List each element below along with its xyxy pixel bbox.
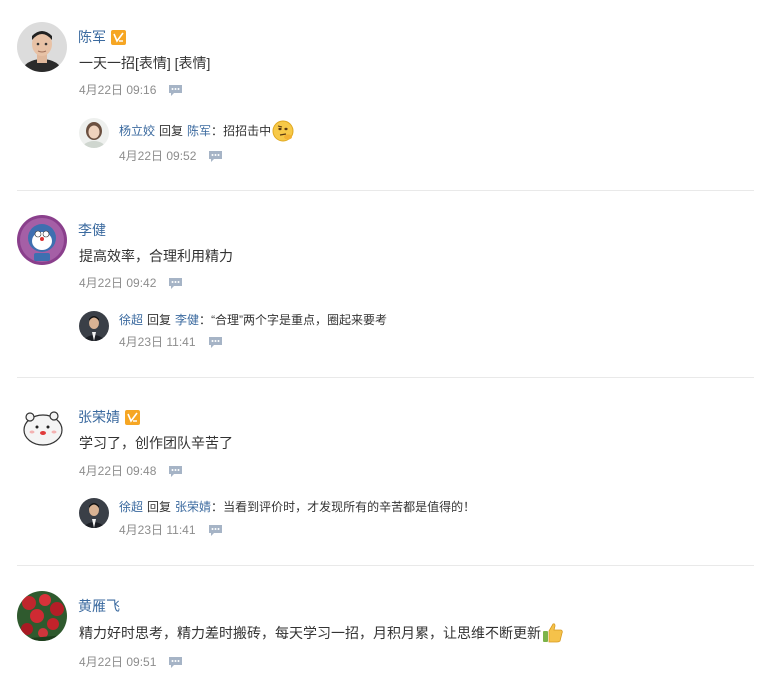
author-name[interactable]: 黄雁飞 [78, 598, 120, 614]
comment-time: 4月22日 09:16 [79, 83, 157, 97]
comment-meta: 4月22日 09:48 [79, 464, 183, 478]
comment-meta: 4月22日 09:16 [79, 83, 183, 97]
reply-colon: ： [211, 500, 224, 514]
reply-meta: 4月23日 11:41 [119, 523, 222, 537]
reply-time: 4月23日 11:41 [119, 335, 196, 349]
reply-author[interactable]: 徐超 [119, 499, 143, 515]
comment-thread: 李健 提高效率，合理利用精力 4月22日 09:42 徐超 回复 李健 ： “合… [17, 215, 754, 360]
verified-badge-icon [111, 29, 126, 45]
reply-comment-icon[interactable] [169, 656, 183, 668]
reply-meta: 4月22日 09:52 [119, 149, 223, 163]
comment-text-body: 精力好时思考，精力差时搬砖，每天学习一招，月积月累，让思维不断更新 [79, 625, 541, 641]
portrait-man-avatar-icon [17, 22, 67, 72]
comment-meta: 4月22日 09:42 [79, 276, 183, 290]
reply-line: 徐超 回复 张荣婧 ： 当看到评价时，才发现所有的辛苦都是值得的！ [119, 499, 475, 515]
reply-text: “合理”两个字是重点，圈起来要考 [211, 313, 388, 327]
flowers-avatar-icon [17, 591, 67, 641]
avatar[interactable] [17, 591, 67, 641]
comment-author[interactable]: 李健 [78, 222, 106, 238]
comment-text: 学习了，创作团队辛苦了 [79, 435, 233, 451]
reply-avatar[interactable] [79, 118, 109, 148]
avatar[interactable] [17, 22, 67, 72]
reply-time: 4月22日 09:52 [119, 149, 197, 163]
reply-word: 回复 [147, 313, 172, 327]
reply-comment-icon[interactable] [169, 465, 183, 477]
woman-avatar-icon [79, 118, 109, 148]
reply-colon: ： [211, 124, 224, 138]
reply-comment-icon[interactable] [208, 524, 222, 536]
reply-line: 徐超 回复 李健 ： “合理”两个字是重点，圈起来要考 [119, 312, 387, 328]
avatar[interactable] [17, 215, 67, 265]
comment-list: 陈军 一天一招[表情] [表情] 4月22日 09:16 杨立姣 回复 陈军 ：… [0, 0, 771, 682]
reply-author[interactable]: 杨立姣 [119, 123, 155, 139]
comment-time: 4月22日 09:48 [79, 464, 157, 478]
verified-badge-icon [125, 409, 140, 425]
reply-comment-icon[interactable] [169, 277, 183, 289]
reply-avatar[interactable] [79, 498, 109, 528]
comment-author[interactable]: 陈军 [78, 29, 126, 45]
avatar[interactable] [17, 402, 67, 452]
reply-line: 杨立姣 回复 陈军 ： 招招击中 [119, 120, 294, 142]
comment-thread: 张荣婧 学习了，创作团队辛苦了 4月22日 09:48 徐超 回复 张荣婧 ： … [17, 402, 754, 547]
divider [17, 377, 754, 378]
author-name[interactable]: 张荣婧 [78, 409, 120, 425]
reply-time: 4月23日 11:41 [119, 523, 196, 537]
thinking-face-emoji-icon [272, 120, 294, 142]
reply-comment-icon[interactable] [208, 336, 222, 348]
reply-target[interactable]: 李健 [175, 312, 199, 328]
cartoon-cat-avatar-icon [17, 215, 67, 265]
cartoon-bear-avatar-icon [17, 402, 67, 452]
thumbs-up-emoji-icon [543, 623, 563, 643]
comment-author[interactable]: 张荣婧 [78, 409, 140, 425]
comment-author[interactable]: 黄雁飞 [78, 598, 120, 614]
comment-meta: 4月22日 09:51 [79, 655, 183, 669]
reply-text: 招招击中 [223, 124, 272, 138]
comment-thread: 陈军 一天一招[表情] [表情] 4月22日 09:16 杨立姣 回复 陈军 ：… [17, 22, 754, 172]
comment-text: 精力好时思考，精力差时搬砖，每天学习一招，月积月累，让思维不断更新 [79, 622, 564, 644]
reply-text: 当看到评价时，才发现所有的辛苦都是值得的！ [223, 500, 476, 514]
reply-comment-icon[interactable] [209, 150, 223, 162]
comment-time: 4月22日 09:42 [79, 276, 157, 290]
author-name[interactable]: 陈军 [78, 29, 106, 45]
reply-meta: 4月23日 11:41 [119, 335, 222, 349]
comment-time: 4月22日 09:51 [79, 655, 157, 669]
reply-target[interactable]: 陈军 [187, 123, 211, 139]
suit-man-avatar-icon [79, 498, 109, 528]
reply-avatar[interactable] [79, 311, 109, 341]
reply-target[interactable]: 张荣婧 [175, 499, 211, 515]
divider [17, 190, 754, 191]
comment-text: 提高效率，合理利用精力 [79, 248, 233, 264]
suit-man-avatar-icon [79, 311, 109, 341]
divider [17, 565, 754, 566]
reply-comment-icon[interactable] [169, 84, 183, 96]
reply-author[interactable]: 徐超 [119, 312, 143, 328]
reply-word: 回复 [147, 500, 172, 514]
reply-colon: ： [199, 313, 212, 327]
reply-word: 回复 [159, 124, 184, 138]
comment-thread: 黄雁飞 精力好时思考，精力差时搬砖，每天学习一招，月积月累，让思维不断更新 4月… [17, 591, 754, 676]
comment-text: 一天一招[表情] [表情] [79, 55, 211, 71]
author-name[interactable]: 李健 [78, 222, 106, 238]
